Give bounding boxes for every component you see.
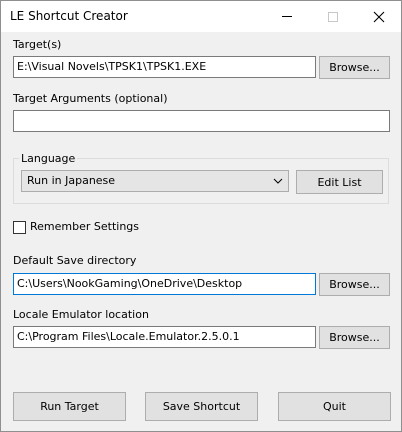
- minimize-button[interactable]: [264, 1, 310, 32]
- close-button[interactable]: [356, 1, 401, 32]
- minimize-icon: [264, 1, 310, 32]
- title-bar[interactable]: LE Shortcut Creator: [1, 1, 401, 32]
- target-input[interactable]: E:\Visual Novels\TPSK1\TPSK1.EXE: [13, 56, 316, 78]
- maximize-icon: [310, 1, 356, 32]
- language-dropdown[interactable]: Run in Japanese: [21, 170, 289, 192]
- run-target-button[interactable]: Run Target: [13, 392, 126, 421]
- target-label: Target(s): [13, 38, 62, 51]
- language-selected-value: Run in Japanese: [27, 174, 116, 187]
- chevron-down-icon: [272, 175, 284, 187]
- language-group-label: Language: [19, 152, 78, 166]
- quit-button[interactable]: Quit: [278, 392, 391, 421]
- shortcut-creator-window: LE Shortcut Creator Target(s) E:\Visual …: [0, 0, 402, 432]
- save-shortcut-button[interactable]: Save Shortcut: [145, 392, 258, 421]
- locale-emulator-input[interactable]: C:\Program Files\Locale.Emulator.2.5.0.1: [13, 326, 316, 348]
- arguments-input[interactable]: [13, 110, 390, 132]
- save-directory-input[interactable]: C:\Users\NookGaming\OneDrive\Desktop: [13, 273, 316, 295]
- locale-emulator-browse-button[interactable]: Browse...: [319, 326, 390, 349]
- arguments-label: Target Arguments (optional): [13, 92, 168, 105]
- edit-list-button[interactable]: Edit List: [296, 170, 383, 194]
- target-browse-button[interactable]: Browse...: [319, 56, 390, 79]
- save-directory-label: Default Save directory: [13, 254, 137, 267]
- remember-settings-label[interactable]: Remember Settings: [30, 220, 139, 234]
- close-icon: [356, 1, 401, 32]
- remember-settings-checkbox[interactable]: [13, 221, 26, 234]
- locale-emulator-label: Locale Emulator location: [13, 308, 149, 321]
- maximize-button: [310, 1, 356, 32]
- window-title: LE Shortcut Creator: [10, 9, 128, 23]
- save-directory-browse-button[interactable]: Browse...: [319, 273, 390, 296]
